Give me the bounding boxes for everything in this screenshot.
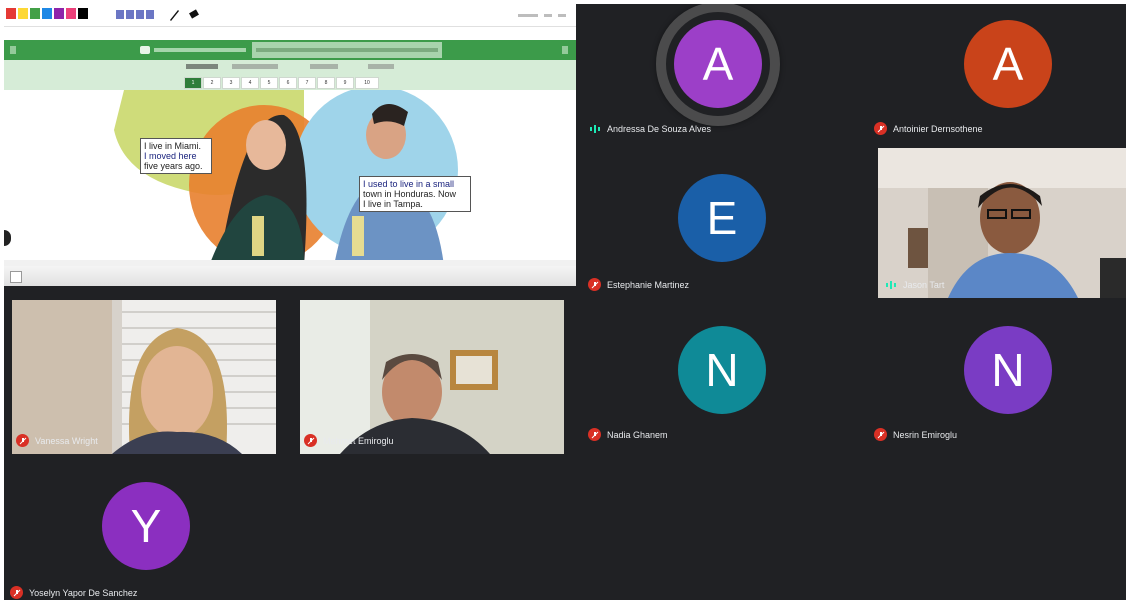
color-swatch-purple[interactable]: [54, 8, 64, 19]
participant-tile[interactable]: A Andressa De Souza Alves: [582, 4, 866, 144]
color-swatch-black[interactable]: [78, 8, 88, 19]
color-swatch-green[interactable]: [30, 8, 40, 19]
participant-name-row: Vanessa Wright: [16, 434, 98, 447]
participant-name-row: Andressa De Souza Alves: [588, 122, 711, 135]
page-thumb[interactable]: [136, 10, 144, 19]
mic-active-icon: [588, 122, 601, 135]
page-number[interactable]: 6: [279, 77, 297, 89]
avatar: N: [964, 326, 1052, 414]
page-number[interactable]: 10: [355, 77, 379, 89]
page-number[interactable]: 8: [317, 77, 335, 89]
participant-name: Nesrin Emiroglu: [893, 429, 958, 440]
participant-name-row: Nadia Ghanem: [588, 428, 668, 441]
share-footer: [4, 266, 576, 286]
participant-tile[interactable]: N Nadia Ghanem: [582, 302, 866, 452]
meeting-grid: 1 2 3 4 5 6 7 8 9 10 I live in Miami. I …: [4, 4, 1126, 600]
page-number[interactable]: 7: [298, 77, 316, 89]
avatar: A: [674, 20, 762, 108]
speech-bubble-right: I used to live in a small town in Hondur…: [359, 176, 471, 212]
participant-name: Antoinier Dernsothene: [893, 123, 983, 134]
color-swatch-yellow[interactable]: [18, 8, 28, 19]
page-number[interactable]: 3: [222, 77, 240, 89]
participant-name-row: Jason Tart: [884, 278, 944, 291]
eraser-icon[interactable]: [188, 8, 200, 20]
participant-tile[interactable]: Y Yoselyn Yapor De Sanchez: [4, 458, 288, 600]
page-thumb[interactable]: [146, 10, 154, 19]
participant-tile[interactable]: A Antoinier Dernsothene: [868, 4, 1126, 144]
page-number[interactable]: 2: [203, 77, 221, 89]
participant-name-row: Antoinier Dernsothene: [874, 122, 983, 135]
tab-review[interactable]: [368, 64, 394, 69]
color-swatch-red[interactable]: [6, 8, 16, 19]
participant-name-row: Mehmet Emiroglu: [304, 434, 394, 447]
pen-icon[interactable]: [168, 8, 180, 22]
page-thumb[interactable]: [116, 10, 124, 19]
next-arrow-icon[interactable]: [562, 46, 568, 54]
speech-bubble-left: I live in Miami. I moved here five years…: [140, 138, 212, 174]
participant-name: Yoselyn Yapor De Sanchez: [29, 587, 138, 598]
mic-muted-icon: [874, 122, 887, 135]
color-swatch-pink[interactable]: [66, 8, 76, 19]
participant-name: Jason Tart: [903, 279, 945, 290]
participant-name: Nadia Ghanem: [607, 429, 668, 440]
participant-name-row: Estephanie Martinez: [588, 278, 689, 291]
participant-name: Estephanie Martinez: [607, 279, 690, 290]
prev-arrow-icon[interactable]: [10, 46, 16, 54]
avatar: Y: [102, 482, 190, 570]
mic-muted-icon: [16, 434, 29, 447]
page-number[interactable]: 4: [241, 77, 259, 89]
page-number-active[interactable]: 1: [184, 77, 202, 89]
mic-muted-icon: [10, 586, 23, 599]
lesson-header-bar: [4, 40, 576, 60]
page-number[interactable]: 9: [336, 77, 354, 89]
mic-active-icon: [884, 278, 897, 291]
video-feed: [878, 148, 1126, 298]
participant-tile[interactable]: E Estephanie Martinez: [582, 148, 866, 298]
bubble-line: I live in Miami.: [144, 141, 202, 151]
participant-name-row: Yoselyn Yapor De Sanchez: [10, 586, 137, 599]
avatar: N: [678, 326, 766, 414]
video-feed: [300, 300, 564, 454]
annotation-toolbar: [4, 4, 576, 27]
participant-video-tile[interactable]: Mehmet Emiroglu: [300, 300, 564, 454]
bubble-line: I live in Tampa.: [363, 199, 423, 209]
mic-muted-icon: [874, 428, 887, 441]
participant-name: Vanessa Wright: [35, 435, 98, 446]
bubble-line: I used to live in a small: [363, 179, 455, 189]
tab-full-screen[interactable]: [186, 64, 218, 69]
bubble-line: town in Honduras. Now: [363, 189, 457, 199]
avatar: E: [678, 174, 766, 262]
participant-name: Andressa De Souza Alves: [607, 123, 712, 134]
participant-name-row: Nesrin Emiroglu: [874, 428, 957, 441]
video-feed: [12, 300, 276, 454]
participant-video-tile[interactable]: Jason Tart: [878, 148, 1126, 298]
mic-muted-icon: [588, 428, 601, 441]
color-swatch-blue[interactable]: [42, 8, 52, 19]
home-icon[interactable]: [140, 46, 150, 54]
screen-share-tile[interactable]: 1 2 3 4 5 6 7 8 9 10 I live in Miami. I …: [4, 4, 576, 286]
bubble-line: I moved here: [144, 151, 197, 161]
page-thumb[interactable]: [126, 10, 134, 19]
lesson-illustration: [4, 90, 576, 266]
participant-video-tile[interactable]: Vanessa Wright: [12, 300, 276, 454]
participant-name: Mehmet Emiroglu: [323, 435, 394, 446]
tab-practice[interactable]: [310, 64, 338, 69]
page-number[interactable]: 5: [260, 77, 278, 89]
expand-icon[interactable]: [10, 271, 22, 283]
participant-tile[interactable]: N Nesrin Emiroglu: [868, 302, 1126, 452]
avatar: A: [964, 20, 1052, 108]
bubble-line: five years ago.: [144, 161, 203, 171]
mic-muted-icon: [304, 434, 317, 447]
tab-presentation[interactable]: [232, 64, 278, 69]
mic-muted-icon: [588, 278, 601, 291]
